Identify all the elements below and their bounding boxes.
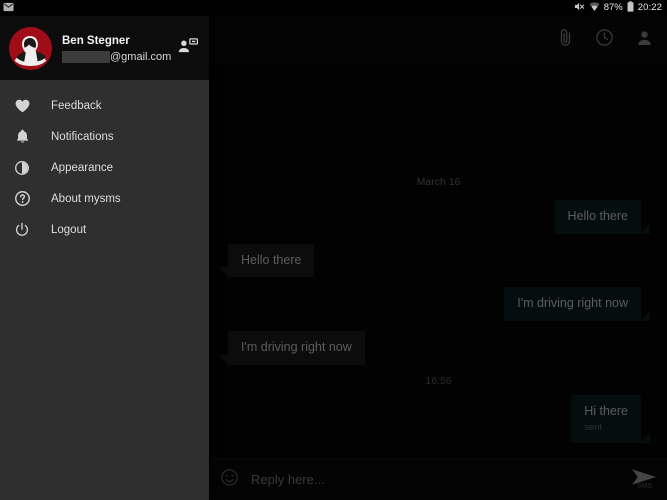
sidebar-item-logout[interactable]: Logout	[0, 214, 209, 245]
account-email-row: @gmail.com	[62, 50, 178, 63]
sidebar-item-label: Logout	[51, 223, 87, 236]
avatar-illustration	[9, 26, 52, 70]
account-text: Ben Stegner @gmail.com	[62, 34, 178, 63]
status-bar: 87% 20:22	[0, 0, 667, 16]
heart-icon	[11, 99, 33, 113]
power-icon	[11, 222, 33, 237]
account-email-domain: @gmail.com	[110, 50, 172, 63]
account-name: Ben Stegner	[62, 34, 130, 47]
status-indicators: 87% 20:22	[574, 0, 667, 17]
sidebar-item-feedback[interactable]: Feedback	[0, 90, 209, 121]
sidebar-item-appearance[interactable]: Appearance	[0, 152, 209, 183]
sidebar-item-notifications[interactable]: Notifications	[0, 121, 209, 152]
manage-accounts-icon[interactable]	[178, 37, 200, 60]
navigation-drawer: Ben Stegner @gmail.com Feedback Notifica…	[0, 16, 209, 500]
contrast-icon	[11, 160, 33, 175]
user-avatar[interactable]	[9, 26, 52, 70]
drawer-menu: Feedback Notifications Appearance About …	[0, 80, 209, 245]
sidebar-item-about[interactable]: About mysms	[0, 183, 209, 214]
redacted-email-username	[62, 50, 110, 63]
volume-mute-icon	[574, 0, 585, 17]
sidebar-item-label: Appearance	[51, 161, 114, 174]
bell-icon	[11, 129, 33, 144]
app-screen: 7 7 8 0 a H H B	[0, 0, 667, 500]
wifi-icon	[589, 0, 600, 17]
message-notification-icon	[3, 0, 14, 17]
status-clock: 20:22	[637, 2, 662, 13]
battery-icon	[627, 0, 634, 17]
sidebar-item-label: About mysms	[51, 192, 121, 205]
sidebar-item-label: Feedback	[51, 99, 102, 112]
status-notifications	[0, 0, 14, 17]
battery-percent: 87%	[603, 2, 623, 13]
drawer-account-header[interactable]: Ben Stegner @gmail.com	[0, 16, 209, 80]
help-circle-icon	[11, 191, 33, 206]
sidebar-item-label: Notifications	[51, 130, 114, 143]
